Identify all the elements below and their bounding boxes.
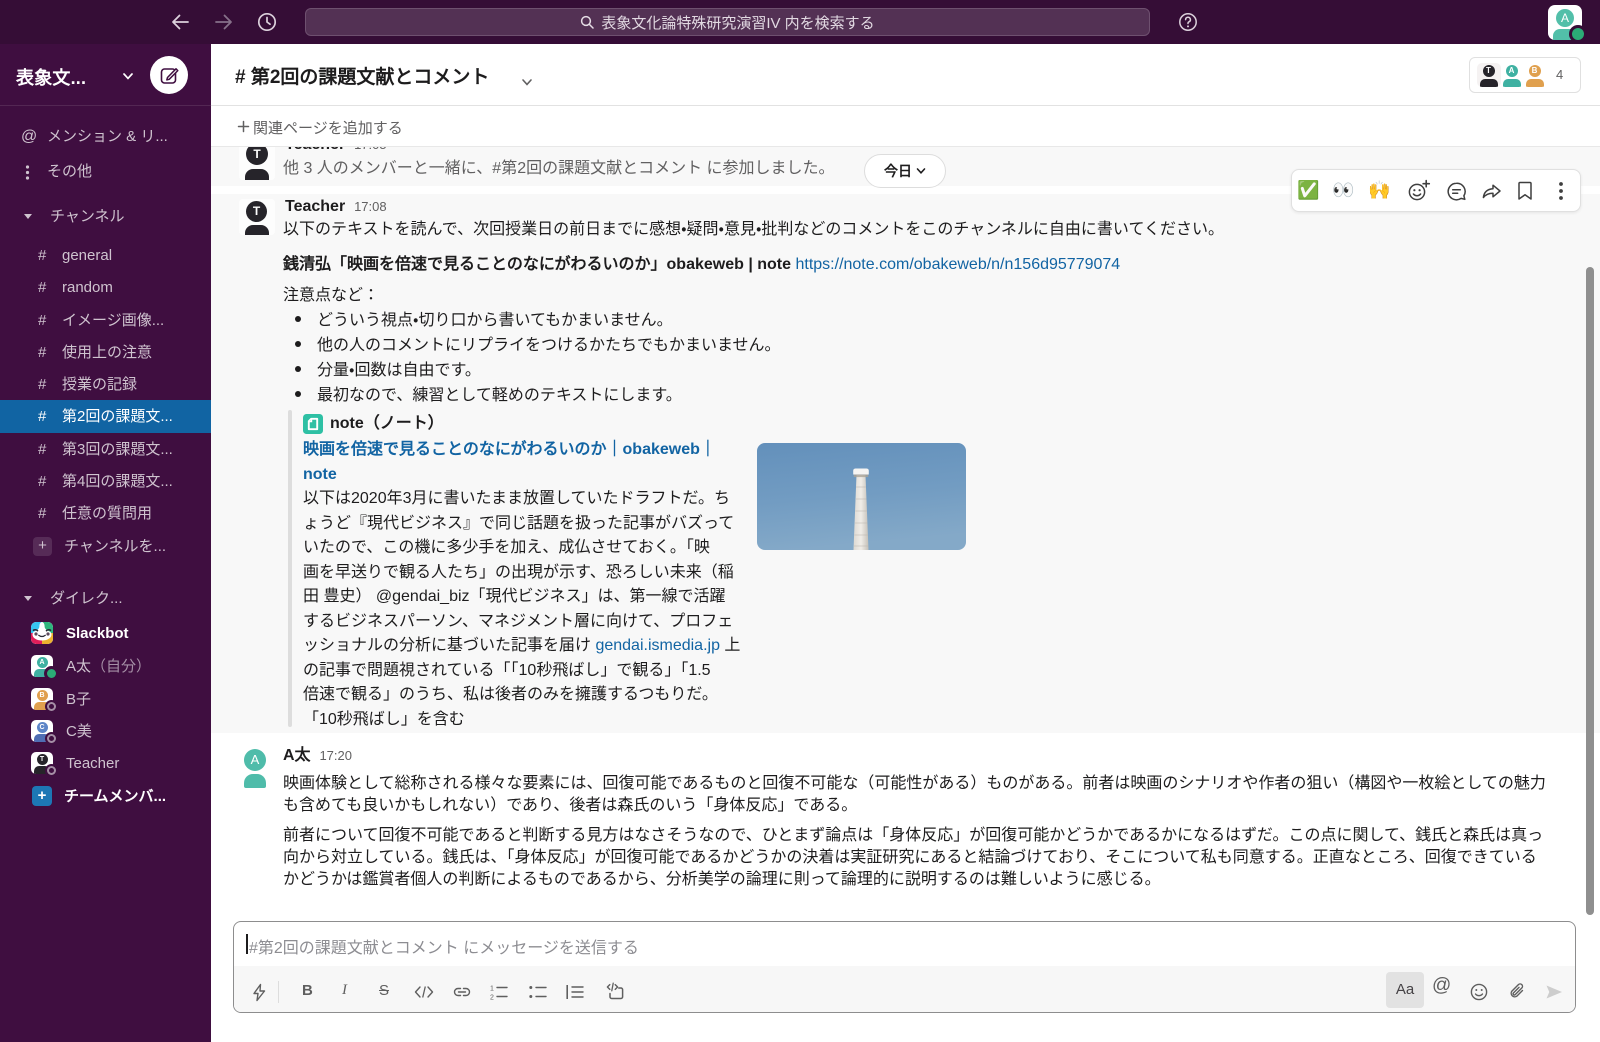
svg-text:2: 2 <box>490 995 494 1001</box>
svg-text:1: 1 <box>490 986 494 993</box>
